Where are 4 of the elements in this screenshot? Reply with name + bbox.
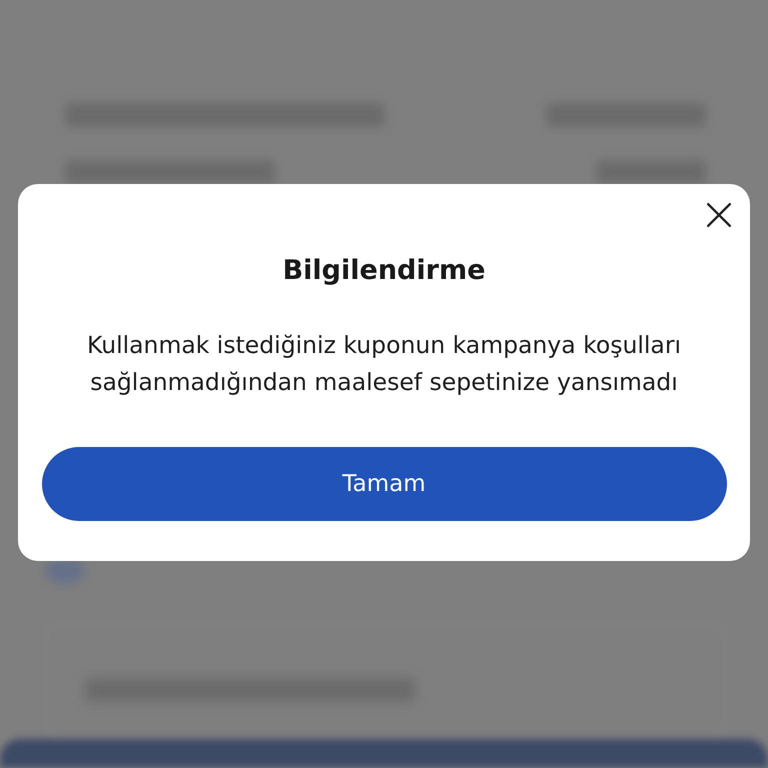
dialog-message: Kullanmak istediğiniz kuponun kampanya koşulları sağlanmadığından maalesef sepetinize yansımadı <box>86 330 682 398</box>
ok-button[interactable]: Tamam <box>42 447 726 521</box>
dialog-title: Bilgilendirme <box>282 254 486 288</box>
close-icon[interactable] <box>706 202 732 228</box>
